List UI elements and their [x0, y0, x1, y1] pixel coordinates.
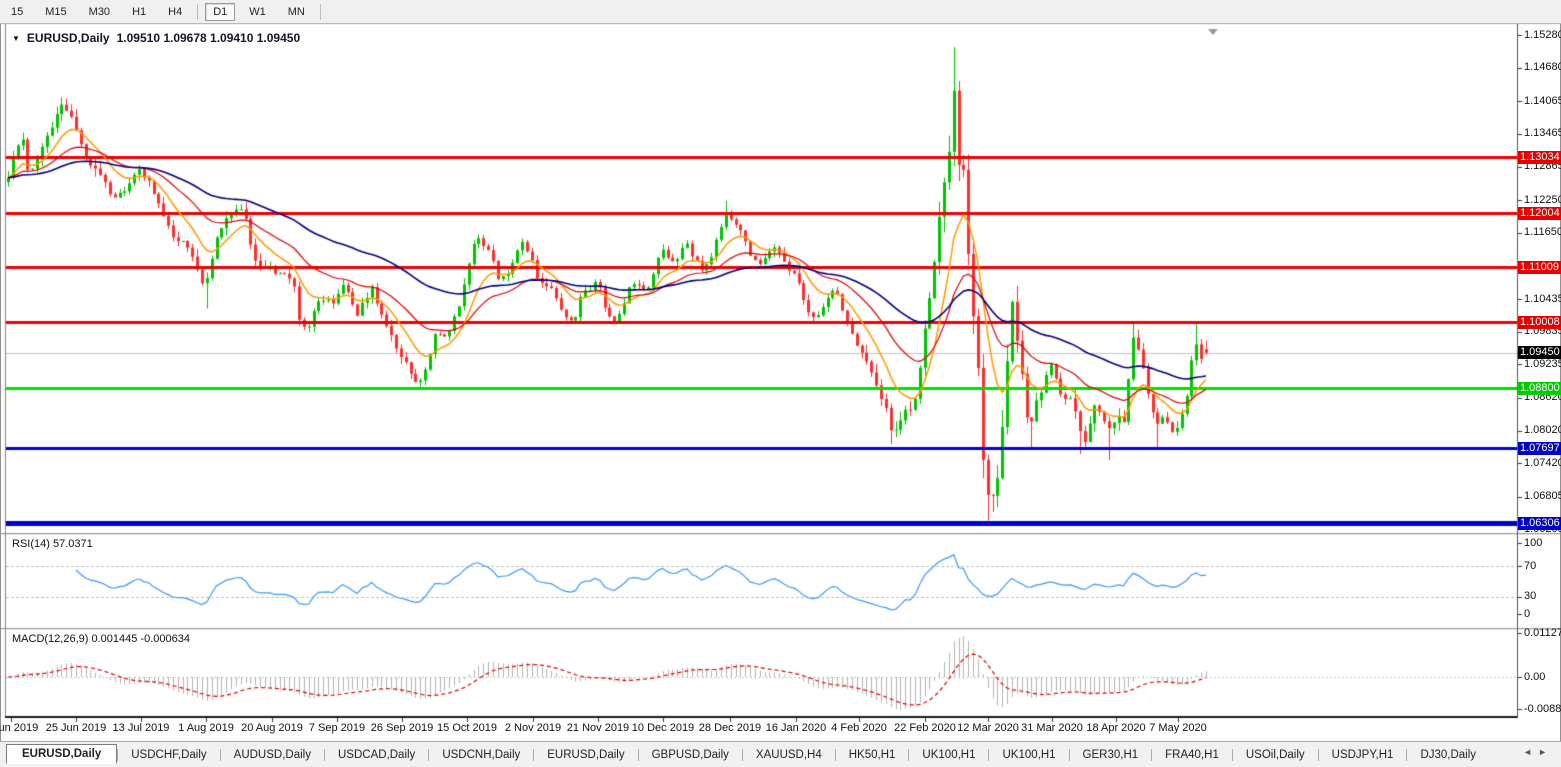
chart-tab-ger30-h1[interactable]: GER30,H1 — [1070, 746, 1152, 764]
price-tick-label: 1.14680 — [1524, 61, 1561, 74]
timeframe-button-mn[interactable]: MN — [280, 3, 313, 21]
tab-scroll-left-icon[interactable]: ◄ — [1523, 747, 1538, 757]
rsi-axis-label: 70 — [1524, 560, 1561, 573]
symbol-dropdown-icon[interactable]: ▼ — [12, 34, 20, 43]
price-tick-label: 1.10435 — [1524, 293, 1561, 306]
macd-axis-label: -0.008845 — [1524, 703, 1561, 716]
price-badge-1.12004: 1.12004 — [1518, 207, 1561, 220]
date-label: 7 May 2020 — [1136, 722, 1220, 734]
price-tick-label: 1.12250 — [1524, 194, 1561, 207]
price-tick-label: 1.11650 — [1524, 226, 1561, 239]
chart-tab-dj30-daily[interactable]: DJ30,Daily — [1407, 746, 1489, 764]
price-tick-label: 1.15280 — [1524, 29, 1561, 42]
chart-tabs: EURUSD,DailyUSDCHF,DailyAUDUSD,DailyUSDC… — [0, 741, 1561, 767]
chart-tab-uk100-h1[interactable]: UK100,H1 — [909, 746, 988, 764]
timeframe-button-h1[interactable]: H1 — [124, 3, 154, 21]
chart-symbol-label: EURUSD,Daily — [27, 31, 110, 45]
price-tick-label: 1.13465 — [1524, 127, 1561, 140]
price-badge-1.10008: 1.10008 — [1518, 316, 1561, 329]
chart-tab-usdchf-daily[interactable]: USDCHF,Daily — [118, 746, 219, 764]
rsi-axis-label: 30 — [1524, 590, 1561, 603]
rsi-axis-label: 100 — [1524, 537, 1561, 550]
macd-axis-label: 0.011277 — [1524, 627, 1561, 640]
price-badge-1.08800: 1.08800 — [1518, 382, 1561, 395]
price-badge-1.09450: 1.09450 — [1518, 346, 1561, 359]
toolbar-divider — [320, 4, 321, 20]
price-tick-label: 1.06805 — [1524, 490, 1561, 503]
timeframe-button-w1[interactable]: W1 — [241, 3, 274, 21]
timeframe-button-m30[interactable]: M30 — [81, 3, 118, 21]
timeframe-button-15[interactable]: 15 — [3, 3, 31, 21]
timeframe-button-d1[interactable]: D1 — [205, 3, 235, 21]
price-badge-1.13034: 1.13034 — [1518, 151, 1561, 164]
price-tick-label: 1.14065 — [1524, 95, 1561, 108]
macd-axis-label: 0.00 — [1524, 671, 1561, 684]
timeframe-button-m15[interactable]: M15 — [37, 3, 74, 21]
price-tick-label: 1.09235 — [1524, 358, 1561, 371]
chart-canvas[interactable] — [0, 0, 1561, 767]
chart-title: ▼ EURUSD,Daily 1.09510 1.09678 1.09410 1… — [12, 31, 300, 45]
chart-tab-usdcnh-daily[interactable]: USDCNH,Daily — [429, 746, 533, 764]
chart-tab-eurusd-daily[interactable]: EURUSD,Daily — [534, 746, 637, 764]
chart-tab-usoil-daily[interactable]: USOil,Daily — [1233, 746, 1318, 764]
price-badge-1.06306: 1.06306 — [1518, 517, 1561, 530]
macd-indicator-label: MACD(12,26,9) 0.001445 -0.000634 — [12, 633, 190, 645]
price-tick-label: 1.07420 — [1524, 457, 1561, 470]
chart-tab-audusd-daily[interactable]: AUDUSD,Daily — [221, 746, 324, 764]
timeframe-toolbar: 15 M15 M30 H1 H4 D1 W1 MN — [0, 0, 1561, 24]
chart-tab-usdcad-daily[interactable]: USDCAD,Daily — [325, 746, 428, 764]
timeframe-button-h4[interactable]: H4 — [160, 3, 190, 21]
price-tick-label: 1.08020 — [1524, 424, 1561, 437]
tab-scroll-right-icon[interactable]: ► — [1538, 747, 1553, 757]
chart-tab-eurusd-daily[interactable]: EURUSD,Daily — [6, 744, 117, 764]
chart-tab-uk100-h1[interactable]: UK100,H1 — [989, 746, 1068, 764]
chart-tab-hk50-h1[interactable]: HK50,H1 — [836, 746, 909, 764]
toolbar-divider — [197, 4, 198, 20]
chart-tab-fra40-h1[interactable]: FRA40,H1 — [1152, 746, 1232, 764]
rsi-axis-label: 0 — [1524, 608, 1561, 621]
trading-platform-window: 15 M15 M30 H1 H4 D1 W1 MN ▼ EURUSD,Daily 1.0951… — [0, 0, 1561, 767]
chart-tab-gbpusd-daily[interactable]: GBPUSD,Daily — [639, 746, 742, 764]
chart-ohlc-values: 1.09510 1.09678 1.09410 1.09450 — [117, 31, 301, 45]
price-badge-1.07697: 1.07697 — [1518, 442, 1561, 455]
rsi-indicator-label: RSI(14) 57.0371 — [12, 538, 93, 550]
chart-tab-usdjpy-h1[interactable]: USDJPY,H1 — [1319, 746, 1407, 764]
chart-tab-xauusd-h4[interactable]: XAUUSD,H4 — [743, 746, 835, 764]
tab-scroll-arrows: ◄► — [1523, 747, 1553, 757]
price-badge-1.11009: 1.11009 — [1518, 261, 1561, 274]
